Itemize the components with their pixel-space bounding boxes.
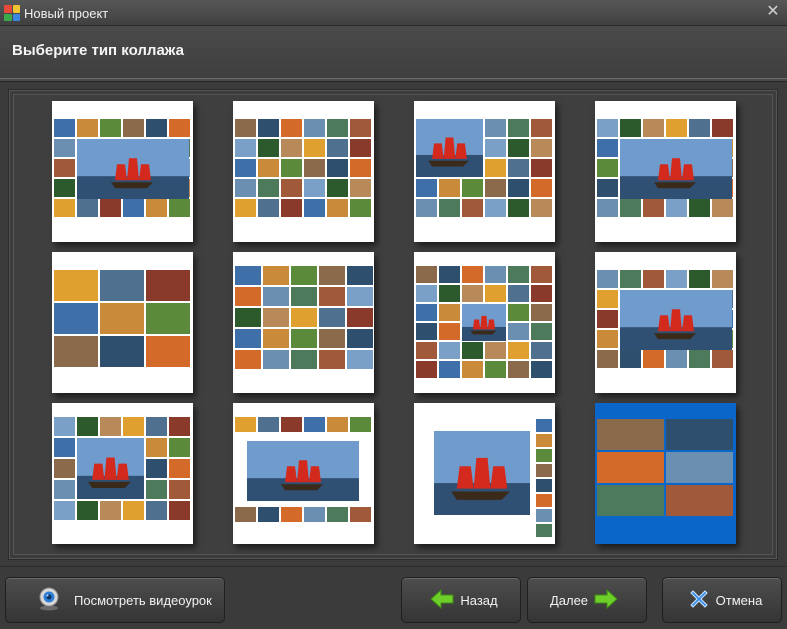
title-bar: Новый проект ✕ — [0, 0, 787, 26]
arrow-left-icon — [430, 588, 454, 612]
arrow-right-icon — [594, 588, 618, 612]
collage-template-12[interactable] — [595, 403, 736, 544]
collage-template-5[interactable] — [52, 252, 193, 393]
cancel-x-icon — [688, 588, 710, 613]
collage-template-10[interactable] — [233, 403, 374, 544]
collage-template-2[interactable] — [233, 101, 374, 242]
webcam-icon — [36, 587, 62, 614]
page-title: Выберите тип коллажа — [12, 42, 184, 59]
collage-template-9[interactable] — [52, 403, 193, 544]
collage-template-12-preview — [595, 403, 736, 544]
collage-template-5-preview — [54, 270, 190, 367]
collage-template-8-preview — [597, 270, 733, 368]
collage-template-9-preview — [54, 417, 190, 520]
collage-template-1-preview — [54, 119, 190, 217]
header-divider — [0, 78, 787, 82]
collage-template-4[interactable] — [595, 101, 736, 242]
cancel-label: Отмена — [715, 592, 763, 608]
collage-template-3[interactable] — [414, 101, 555, 242]
next-button[interactable]: Далее — [527, 577, 647, 623]
collage-template-1[interactable] — [52, 101, 193, 242]
collage-template-10-preview — [235, 417, 371, 522]
cancel-button[interactable]: Отмена — [662, 577, 782, 623]
footer-divider — [0, 566, 787, 567]
watch-video-button[interactable]: Посмотреть видеоурок — [5, 577, 225, 623]
collage-template-2-preview — [235, 119, 371, 217]
collage-template-3-preview — [416, 119, 552, 217]
watch-video-label: Посмотреть видеоурок — [74, 592, 212, 608]
collage-template-6[interactable] — [233, 252, 374, 393]
collage-template-4-preview — [597, 119, 733, 217]
back-label: Назад — [460, 592, 498, 608]
window-title: Новый проект — [24, 6, 109, 21]
collage-template-6-preview — [235, 266, 373, 369]
collage-template-7[interactable] — [414, 252, 555, 393]
back-button[interactable]: Назад — [401, 577, 521, 623]
app-logo-icon — [4, 5, 20, 21]
collage-template-8[interactable] — [595, 252, 736, 393]
close-icon[interactable]: ✕ — [763, 2, 783, 22]
collage-template-7-preview — [416, 266, 552, 378]
next-label: Далее — [549, 592, 589, 608]
collage-template-11[interactable] — [414, 403, 555, 544]
header: Выберите тип коллажа — [0, 26, 787, 78]
collage-template-11-preview — [434, 419, 552, 537]
